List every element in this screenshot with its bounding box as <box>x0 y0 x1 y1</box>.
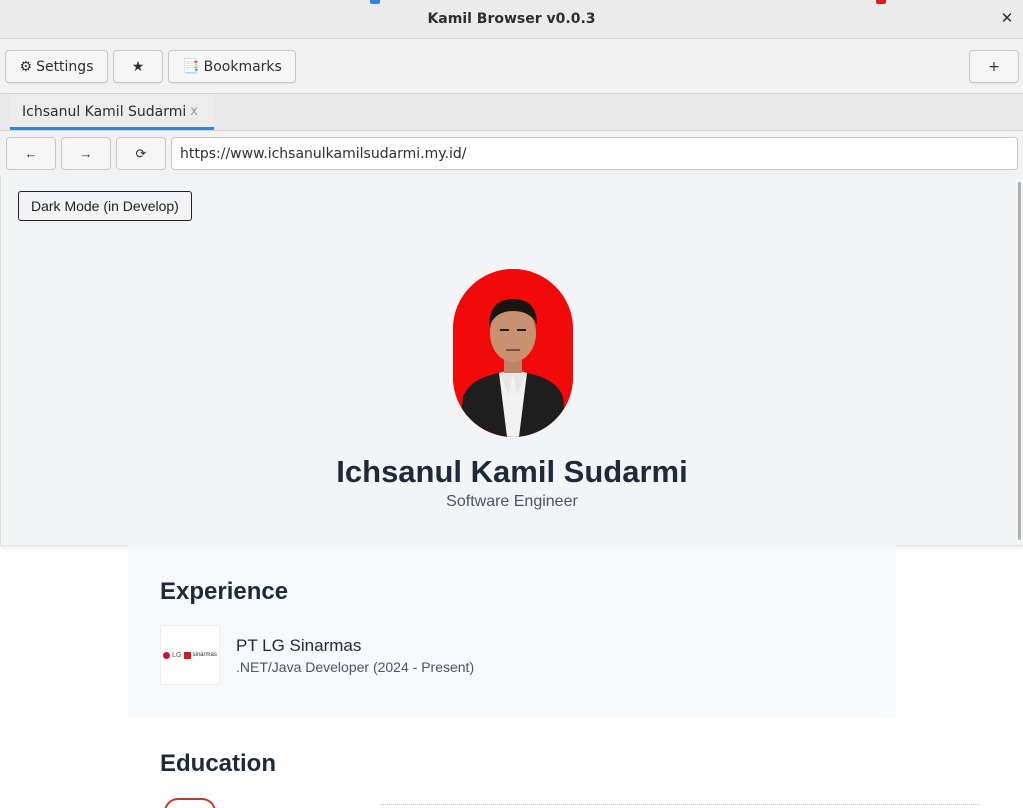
dark-mode-button[interactable]: Dark Mode (in Develop) <box>18 191 192 221</box>
profile-hero-section: Dark Mode (in Develop) Ichsanul Kamil Su… <box>0 176 1023 546</box>
web-page-viewport[interactable]: Dark Mode (in Develop) Ichsanul Kamil Su… <box>0 176 1023 808</box>
profile-photo <box>453 269 573 437</box>
gear-icon: ⚙ <box>19 58 33 75</box>
plus-icon: + <box>988 58 1000 75</box>
forward-button[interactable]: → <box>61 137 111 170</box>
window-titlebar: Kamil Browser v0.0.3 ✕ <box>0 0 1023 39</box>
url-input[interactable] <box>171 137 1018 170</box>
navigation-bar: ← → ⟳ <box>0 131 1023 176</box>
bookmarks-icon: 📑 <box>182 58 200 75</box>
experience-position: .NET/Java Developer (2024 - Present) <box>236 659 475 675</box>
bookmarks-button-label: Bookmarks <box>203 58 282 75</box>
bookmark-star-button[interactable]: ★ <box>113 50 163 83</box>
profile-name: Ichsanul Kamil Sudarmi <box>336 454 688 489</box>
page-overflow-divider <box>380 804 980 808</box>
star-icon: ★ <box>131 58 145 75</box>
experience-company: PT LG Sinarmas <box>236 636 362 655</box>
tab-label: Ichsanul Kamil Sudarmi <box>22 104 187 120</box>
sinarmas-logo-icon <box>183 651 191 659</box>
company-logo-text-secondary: sinarmas <box>192 652 217 658</box>
person-portrait-icon <box>453 269 573 437</box>
window-close-icon[interactable]: ✕ <box>999 10 1015 26</box>
arrow-right-icon: → <box>79 146 93 161</box>
background-window-icon <box>370 0 380 4</box>
profile-role: Software Engineer <box>446 493 578 510</box>
education-heading: Education <box>160 750 277 777</box>
reload-button[interactable]: ⟳ <box>116 137 166 170</box>
experience-section <box>128 545 896 717</box>
background-window-icon <box>876 0 886 4</box>
arrow-left-icon: ← <box>24 146 38 161</box>
page-scrollbar[interactable] <box>1018 182 1021 540</box>
new-tab-button[interactable]: + <box>969 50 1019 83</box>
lg-logo-icon <box>163 651 171 659</box>
settings-button-label: Settings <box>36 58 94 75</box>
back-button[interactable]: ← <box>6 137 56 170</box>
experience-heading: Experience <box>160 578 289 605</box>
bookmarks-button[interactable]: 📑 Bookmarks <box>168 50 296 83</box>
window-title: Kamil Browser v0.0.3 <box>427 11 596 27</box>
tab-strip: Ichsanul Kamil Sudarmi x <box>0 94 1023 131</box>
company-logo: LG sinarmas <box>160 625 220 685</box>
tab-close-icon[interactable]: x <box>190 104 198 119</box>
settings-button[interactable]: ⚙ Settings <box>5 50 108 83</box>
tab-active[interactable]: Ichsanul Kamil Sudarmi x <box>10 94 214 130</box>
reload-icon: ⟳ <box>135 145 147 161</box>
company-logo-text: LG <box>172 651 182 659</box>
university-logo-icon <box>164 798 216 808</box>
browser-toolbar: ⚙ Settings ★ 📑 Bookmarks + <box>0 39 1023 94</box>
